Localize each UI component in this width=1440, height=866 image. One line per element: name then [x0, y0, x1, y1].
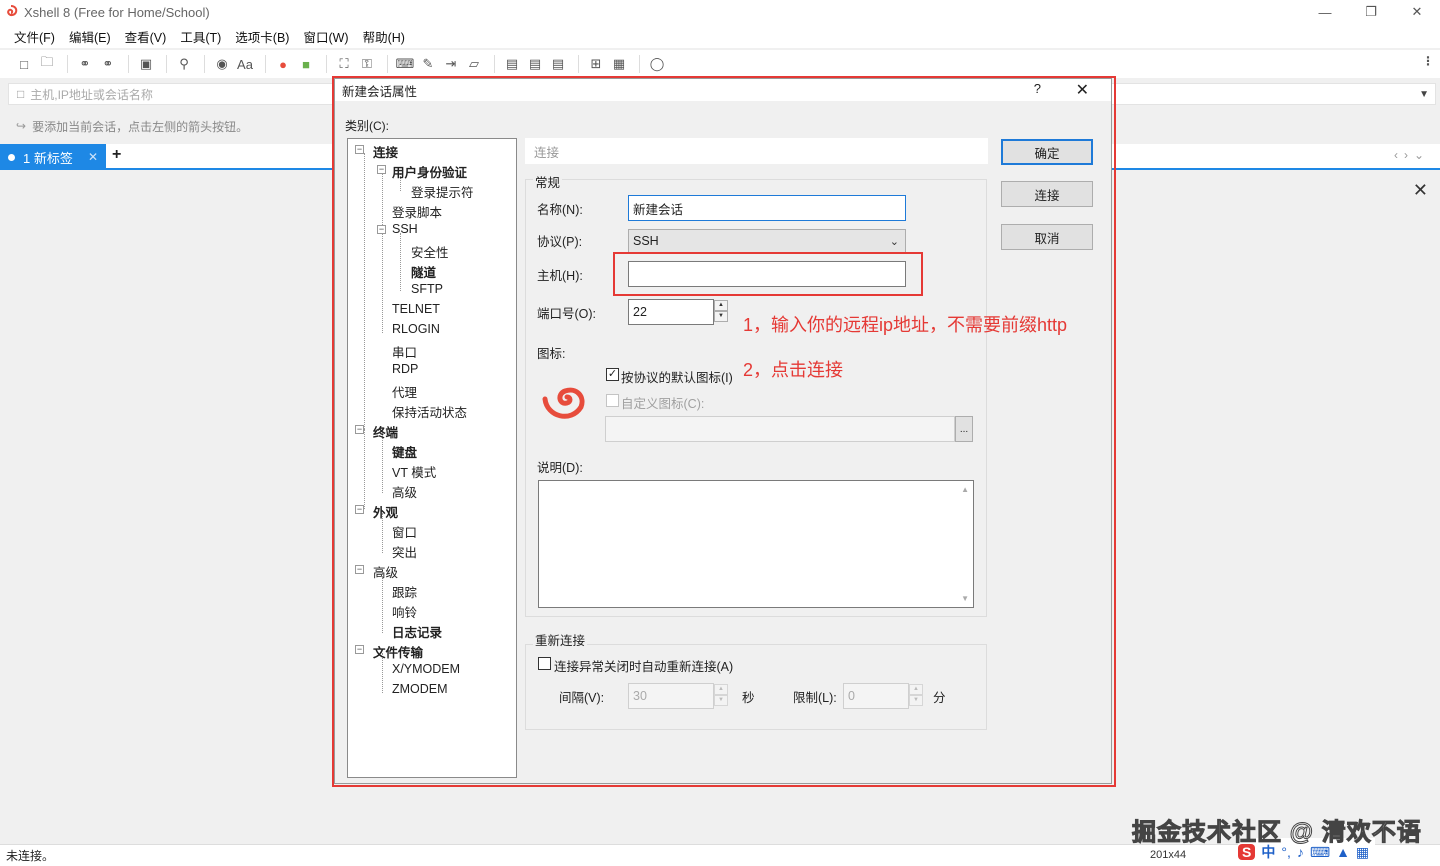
- host-highlight-box: [613, 252, 923, 296]
- toolbar-separator: [639, 55, 640, 73]
- chat-icon[interactable]: ◯: [647, 55, 667, 73]
- xftp-icon[interactable]: ■: [296, 55, 316, 73]
- menu-tabs[interactable]: 选项卡(B): [235, 27, 289, 46]
- layout-icon[interactable]: ▦: [609, 55, 629, 73]
- more-options-icon[interactable]: ⋮: [1422, 54, 1434, 68]
- minimize-icon[interactable]: —: [1302, 0, 1348, 24]
- toolbar-separator: [265, 55, 266, 73]
- menu-file[interactable]: 文件(F): [14, 27, 55, 46]
- toolbar-separator: [387, 55, 388, 73]
- close-icon[interactable]: ✕: [1413, 180, 1428, 201]
- hint-bar: ↪ 要添加当前会话，点击左侧的箭头按钮。: [8, 116, 248, 136]
- transfer-icon[interactable]: ⇥: [441, 55, 461, 73]
- restore-icon[interactable]: ❐: [1348, 0, 1394, 24]
- menu-window[interactable]: 窗口(W): [303, 27, 348, 46]
- address-placeholder: 主机,IP地址或会话名称: [30, 87, 153, 102]
- new-tab-icon[interactable]: ⊞: [586, 55, 606, 73]
- copy-session-icon[interactable]: ▣: [136, 55, 156, 73]
- tab-navigation[interactable]: ‹›⌄: [1394, 148, 1430, 162]
- globe-icon[interactable]: ◉: [212, 55, 232, 73]
- watermark: 掘金技术社区 @ 清欢不语: [1132, 819, 1422, 847]
- window-title: Xshell 8 (Free for Home/School): [24, 4, 210, 20]
- disconnect-link-icon[interactable]: ⚭: [98, 55, 118, 73]
- menu-view[interactable]: 查看(V): [125, 27, 167, 46]
- menu-bar: 文件(F) 编辑(E) 查看(V) 工具(T) 选项卡(B) 窗口(W) 帮助(…: [0, 24, 1440, 48]
- toolbar-separator: [128, 55, 129, 73]
- keyboard-icon[interactable]: ⌨: [395, 55, 415, 73]
- dialog-highlight-box: [332, 76, 1116, 787]
- hint-text: 要添加当前会话，点击左侧的箭头按钮。: [32, 119, 249, 134]
- menu-edit[interactable]: 编辑(E): [69, 27, 111, 46]
- notes-icon[interactable]: ▤: [548, 55, 568, 73]
- toolbar-separator: [326, 55, 327, 73]
- toolbar-separator: [67, 55, 68, 73]
- toolbar: □ 🗀 ⚭ ⚭ ▣ ⚲ ◉ Aa ● ■ ⛶ ⚿ ⌨ ✎ ⇥ ▱ ▤ ▤ ▤ ⊞…: [0, 50, 1440, 78]
- menu-tools[interactable]: 工具(T): [180, 27, 221, 46]
- properties-icon[interactable]: ▤: [525, 55, 545, 73]
- toolbar-separator: [166, 55, 167, 73]
- menu-help[interactable]: 帮助(H): [363, 27, 405, 46]
- close-icon[interactable]: ✕: [1394, 0, 1440, 24]
- status-bar: 未连接。 201x44: [0, 844, 1440, 866]
- add-tab-icon[interactable]: +: [112, 146, 121, 164]
- xshell-icon[interactable]: ●: [273, 55, 293, 73]
- terminal-size: 201x44: [1150, 849, 1187, 861]
- font-icon[interactable]: Aa: [235, 55, 255, 73]
- tab-label: 1 新标签: [23, 150, 73, 166]
- script-icon[interactable]: ▱: [464, 55, 484, 73]
- open-folder-icon[interactable]: 🗀: [37, 54, 57, 73]
- connect-link-icon[interactable]: ⚭: [75, 55, 95, 73]
- toolbar-separator: [204, 55, 205, 73]
- lock-icon[interactable]: ⚿: [357, 55, 377, 73]
- tab-close-icon[interactable]: ✕: [88, 150, 98, 164]
- tab-new[interactable]: 1 新标签 ✕: [0, 144, 106, 170]
- arrow-hint-icon[interactable]: ↪: [16, 119, 26, 133]
- log-icon[interactable]: ▤: [502, 55, 522, 73]
- compose-icon[interactable]: ✎: [418, 55, 438, 73]
- search-icon[interactable]: ⚲: [174, 55, 194, 73]
- xshell-logo-icon: [7, 5, 18, 17]
- host-icon: □: [17, 87, 25, 101]
- fullscreen-icon[interactable]: ⛶: [334, 55, 354, 73]
- tab-status-dot: [8, 153, 15, 161]
- chevron-down-icon[interactable]: ▼: [1419, 89, 1429, 100]
- new-session-icon[interactable]: □: [14, 55, 34, 73]
- title-bar: Xshell 8 (Free for Home/School) — ❐ ✕: [0, 0, 1440, 24]
- toolbar-separator: [578, 55, 579, 73]
- toolbar-separator: [494, 55, 495, 73]
- status-text: 未连接。: [6, 849, 55, 863]
